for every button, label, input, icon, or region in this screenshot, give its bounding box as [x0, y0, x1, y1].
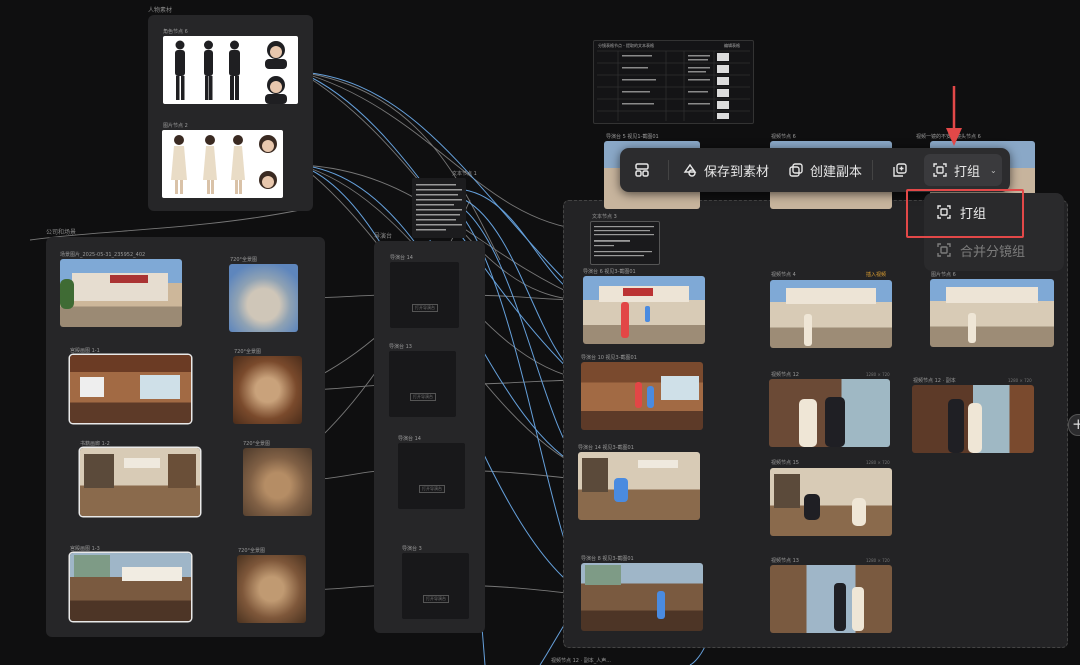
- top-node-label: 导演台 5 视见1-截图01: [606, 134, 659, 140]
- group-label: 打组: [954, 164, 981, 180]
- open-director-button[interactable]: 打开导演台: [412, 304, 438, 312]
- group-icon: [933, 163, 947, 177]
- scene-image-exterior[interactable]: [60, 259, 182, 327]
- video-label: 视频节点 15: [771, 460, 799, 466]
- director-node-label: 导演台 14: [390, 255, 413, 261]
- floating-toolbar: 保存到素材 创建副本 打组 ⌄: [620, 148, 1010, 192]
- shot-image-3[interactable]: [578, 452, 700, 520]
- node-label: 图片节点 2: [163, 123, 188, 129]
- shot-label: 导演台 6 视见3-截图01: [583, 269, 636, 275]
- scene-label: 场景图片_2025-05-31_235952_402: [60, 252, 146, 258]
- pano-label: 720°全景图: [238, 548, 266, 554]
- table-grid: [597, 50, 750, 121]
- save-to-assets-label: 保存到素材: [704, 164, 770, 180]
- table-title: 分镜表格节点 - 提取的文本表格: [598, 43, 654, 48]
- chevron-down-icon: ⌄: [990, 165, 997, 175]
- text-lines: [594, 226, 654, 257]
- sparkle-icon: [683, 163, 697, 177]
- copy-icon: [789, 163, 803, 177]
- menu-merge-label: 合并分镜组: [960, 244, 1026, 260]
- director-node-label: 导演台 14: [398, 436, 421, 442]
- pano-label: 720°全景图: [234, 349, 262, 355]
- director-node[interactable]: 打开导演台: [398, 443, 465, 509]
- menu-item-merge-shots[interactable]: 合并分镜组: [924, 233, 1064, 267]
- create-copy-label: 创建副本: [810, 164, 863, 180]
- video-image-3[interactable]: [770, 468, 892, 536]
- pano-image-4[interactable]: [237, 555, 306, 623]
- toolbar-divider: [668, 160, 669, 180]
- top-node-label: 视频节点 6: [771, 134, 796, 140]
- shot-image-2[interactable]: [581, 362, 703, 430]
- shot-label: 导演台 10 视见3-截图01: [581, 355, 637, 361]
- director-node-label: 导演台 13: [389, 344, 412, 350]
- bottom-node-label: 视频节点 12 · 副本_人声...: [551, 658, 611, 664]
- add-layer-button[interactable]: [892, 148, 908, 192]
- group-title: 人物素材: [148, 7, 173, 14]
- pano-label: 720°全景图: [243, 441, 271, 447]
- video-image-1[interactable]: [770, 280, 892, 348]
- video-copy-image[interactable]: [912, 385, 1034, 453]
- scene-image-dining[interactable]: [70, 553, 191, 621]
- open-director-button[interactable]: 打开导演台: [419, 485, 445, 493]
- scene-label: 书籍画廊 1-2: [80, 441, 110, 447]
- character-female-sheet[interactable]: [162, 130, 283, 198]
- group-title: 公司和场景: [46, 229, 77, 236]
- scene-image-library[interactable]: [80, 448, 200, 516]
- pano-label: 720°全景图: [230, 257, 258, 263]
- image-node-1[interactable]: [930, 279, 1054, 347]
- group-title: 导演台: [374, 233, 393, 240]
- video-label: 视频节点 4: [771, 272, 796, 278]
- pano-image-3[interactable]: [243, 448, 312, 516]
- save-to-assets-button[interactable]: 保存到素材: [682, 148, 769, 192]
- shot-image-1[interactable]: [583, 276, 705, 344]
- add-node-button[interactable]: +: [1068, 414, 1080, 436]
- video-meta: 1280 × 720: [1008, 378, 1032, 383]
- scene-label: 宫殿画图 1-1: [70, 348, 100, 354]
- node-label: 角色节点 6: [163, 29, 188, 35]
- pano-image-1[interactable]: [229, 264, 298, 332]
- create-copy-button[interactable]: 创建副本: [788, 148, 862, 192]
- video-image-2[interactable]: [769, 379, 890, 447]
- director-node-label: 导演台 3: [402, 546, 422, 552]
- text-node-label: 文本节点 3: [592, 214, 617, 220]
- text-node[interactable]: [412, 178, 466, 238]
- video-image-4[interactable]: [770, 565, 892, 633]
- video-meta: 1280 × 720: [866, 558, 890, 563]
- director-node[interactable]: 打开导演台: [402, 553, 469, 619]
- pano-image-2[interactable]: [233, 356, 302, 424]
- add-layer-icon: [893, 163, 907, 177]
- video-meta: 1280 × 720: [866, 460, 890, 465]
- shot-label: 导演台 8 视见3-截图01: [581, 556, 634, 562]
- female-figures-image: [171, 135, 277, 194]
- video-label: 视频节点 13: [771, 558, 799, 564]
- open-director-button[interactable]: 打开导演台: [410, 393, 436, 401]
- video-copy-label: 视频节点 12 · 副本: [913, 378, 956, 384]
- layout-button[interactable]: [634, 148, 650, 192]
- storyboard-table-node[interactable]: 分镜表格节点 - 提取的文本表格 编辑表格: [593, 40, 754, 124]
- shot-image-4[interactable]: [581, 563, 703, 631]
- character-male-sheet[interactable]: [163, 36, 298, 104]
- table-edit-link[interactable]: 编辑表格: [724, 43, 740, 49]
- open-director-button[interactable]: 打开导演台: [423, 595, 449, 603]
- insert-video-link[interactable]: 插入视频: [866, 271, 886, 278]
- video-meta: 1280 × 720: [866, 372, 890, 377]
- layout-icon: [635, 163, 649, 177]
- shot-label: 导演台 14 视见3-截图01: [578, 445, 634, 451]
- text-node-2[interactable]: [590, 221, 660, 265]
- scene-image-hall[interactable]: [70, 355, 191, 423]
- toolbar-divider: [872, 160, 873, 180]
- male-figures-image: [175, 40, 287, 104]
- ungroup-icon: [937, 243, 951, 257]
- scene-label: 宫殿画图 1-3: [70, 546, 100, 552]
- video-label: 视频节点 12: [771, 372, 799, 378]
- text-lines: [416, 184, 462, 231]
- director-node[interactable]: 打开导演台: [390, 262, 459, 328]
- text-node-label: 文本节点 1: [452, 171, 477, 177]
- pointer-arrow-icon: [946, 86, 962, 146]
- highlight-box: [906, 189, 1024, 238]
- group-dropdown-button[interactable]: 打组 ⌄: [924, 154, 1002, 186]
- image-node-label: 图片节点 6: [931, 272, 956, 278]
- director-node[interactable]: 打开导演台: [389, 351, 456, 417]
